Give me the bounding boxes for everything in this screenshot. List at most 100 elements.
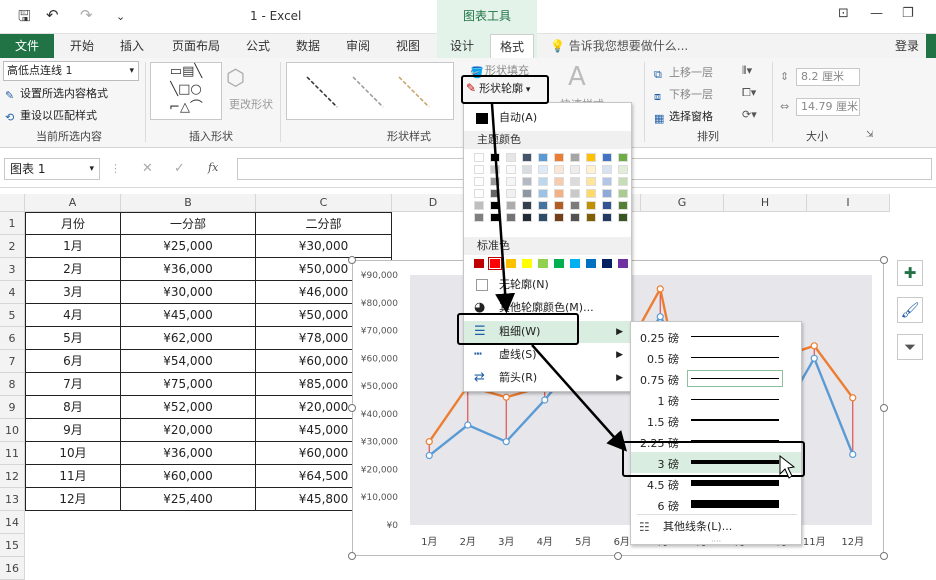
table-cell[interactable]: ¥30,000	[256, 235, 392, 258]
theme-color-swatch[interactable]	[570, 177, 580, 186]
data-point[interactable]	[849, 450, 857, 459]
table-cell[interactable]: ¥75,000	[121, 373, 256, 396]
row-header[interactable]: 15	[0, 534, 25, 557]
weight-option[interactable]: 0.25 磅	[631, 326, 801, 347]
tab-review[interactable]: 审阅	[338, 34, 378, 58]
theme-color-swatch[interactable]	[570, 189, 580, 198]
row-header[interactable]: 10	[0, 419, 25, 442]
row-header[interactable]: 4	[0, 281, 25, 304]
share-button[interactable]	[926, 34, 936, 58]
tab-format[interactable]: 格式	[490, 34, 534, 59]
table-cell[interactable]: 12月	[25, 488, 121, 511]
minimize-icon[interactable]: —	[870, 6, 883, 21]
row-header[interactable]: 7	[0, 350, 25, 373]
col-header[interactable]: A	[25, 194, 121, 212]
wordart-icon[interactable]: A	[568, 62, 586, 92]
reset-style-button[interactable]: ⟲ 重设以匹配样式	[5, 107, 97, 124]
theme-color-swatch[interactable]	[522, 165, 532, 174]
table-cell[interactable]: 9月	[25, 419, 121, 442]
cancel-icon[interactable]: ✕	[142, 161, 153, 176]
table-cell[interactable]: 8月	[25, 396, 121, 419]
theme-color-swatch[interactable]	[570, 213, 580, 222]
theme-color-swatch[interactable]	[586, 213, 596, 222]
tab-design[interactable]: 设计	[442, 34, 482, 58]
row-header[interactable]: 14	[0, 511, 25, 534]
tab-page-layout[interactable]: 页面布局	[166, 34, 226, 58]
row-header[interactable]: 12	[0, 465, 25, 488]
align-icon[interactable]: ⫴▾	[742, 64, 752, 78]
theme-color-swatch[interactable]	[538, 177, 548, 186]
weight-option[interactable]: 1 磅	[631, 389, 801, 410]
save-icon[interactable]: 🖫	[18, 6, 31, 31]
row-header[interactable]: 6	[0, 327, 25, 350]
resize-handle[interactable]	[880, 404, 888, 412]
theme-color-swatch[interactable]	[490, 177, 500, 186]
theme-color-swatch[interactable]	[506, 189, 516, 198]
theme-color-swatch[interactable]	[554, 189, 564, 198]
resize-handle[interactable]	[614, 552, 622, 560]
weight-option[interactable]: 0.5 磅	[631, 347, 801, 368]
table-cell[interactable]: 7月	[25, 373, 121, 396]
theme-color-swatch[interactable]	[554, 153, 564, 162]
theme-color-swatch[interactable]	[538, 153, 548, 162]
theme-color-swatch[interactable]	[506, 177, 516, 186]
table-cell[interactable]: ¥30,000	[121, 281, 256, 304]
data-point[interactable]	[502, 393, 510, 401]
select-all-corner[interactable]	[0, 194, 25, 212]
theme-color-swatch[interactable]	[586, 189, 596, 198]
theme-color-swatch[interactable]	[522, 177, 532, 186]
tab-formulas[interactable]: 公式	[238, 34, 278, 58]
row-header[interactable]: 11	[0, 442, 25, 465]
data-point[interactable]	[541, 396, 549, 404]
resize-handle[interactable]	[348, 404, 356, 412]
theme-color-swatch[interactable]	[554, 201, 564, 210]
standard-color-swatch[interactable]	[618, 259, 628, 268]
selection-pane-button[interactable]: ▦ 选择窗格	[654, 108, 713, 125]
theme-color-swatch[interactable]	[570, 201, 580, 210]
theme-color-swatch[interactable]	[554, 213, 564, 222]
theme-color-swatch[interactable]	[522, 201, 532, 210]
theme-color-swatch[interactable]	[538, 213, 548, 222]
shape-styles-gallery[interactable]	[286, 62, 454, 120]
row-header[interactable]: 13	[0, 488, 25, 511]
theme-color-swatch[interactable]	[490, 189, 500, 198]
weight-option[interactable]: 0.75 磅	[631, 368, 801, 389]
theme-color-swatch[interactable]	[602, 153, 612, 162]
theme-color-swatch[interactable]	[602, 177, 612, 186]
size-dialog-launcher-icon[interactable]: ⇲	[866, 130, 874, 140]
group-icon[interactable]: ⧠▾	[742, 86, 756, 100]
theme-color-swatch[interactable]	[474, 201, 484, 210]
data-point[interactable]	[656, 313, 664, 321]
row-header[interactable]: 9	[0, 396, 25, 419]
login-link[interactable]: 登录	[895, 34, 919, 58]
row-header[interactable]: 8	[0, 373, 25, 396]
standard-color-swatch[interactable]	[586, 259, 596, 268]
standard-color-swatch[interactable]	[538, 259, 548, 268]
change-shape-label[interactable]: 更改形状	[229, 96, 273, 112]
no-outline-item[interactable]: 无轮廓(N)	[464, 274, 631, 296]
theme-color-swatch[interactable]	[602, 201, 612, 210]
theme-color-swatch[interactable]	[586, 201, 596, 210]
chart-elements-select[interactable]: 高低点连线 1 ▾	[3, 61, 139, 81]
table-cell[interactable]: ¥36,000	[121, 442, 256, 465]
table-cell[interactable]: ¥45,000	[121, 304, 256, 327]
rotate-icon[interactable]: ⟳▾	[742, 108, 757, 121]
row-header[interactable]: 16	[0, 557, 25, 580]
row-header[interactable]: 5	[0, 304, 25, 327]
customize-qat-icon[interactable]: ⌄	[116, 10, 125, 23]
chart-styles-brush-icon[interactable]: 🖌	[897, 297, 923, 323]
theme-color-swatch[interactable]	[618, 201, 628, 210]
theme-color-swatch[interactable]	[618, 153, 628, 162]
table-header-cell[interactable]: 二分部	[256, 212, 392, 235]
theme-color-swatch[interactable]	[618, 177, 628, 186]
data-point[interactable]	[425, 438, 433, 446]
theme-color-swatch[interactable]	[538, 201, 548, 210]
tab-insert[interactable]: 插入	[112, 34, 152, 58]
table-cell[interactable]: ¥36,000	[121, 258, 256, 281]
weight-option[interactable]: 6 磅	[631, 494, 801, 515]
more-lines-item[interactable]: ☷ 其他线条(L)...	[631, 516, 801, 538]
table-cell[interactable]: 6月	[25, 350, 121, 373]
data-point[interactable]	[656, 285, 664, 293]
edit-shape-icon[interactable]: ⬡	[226, 66, 245, 91]
theme-color-swatch[interactable]	[474, 165, 484, 174]
